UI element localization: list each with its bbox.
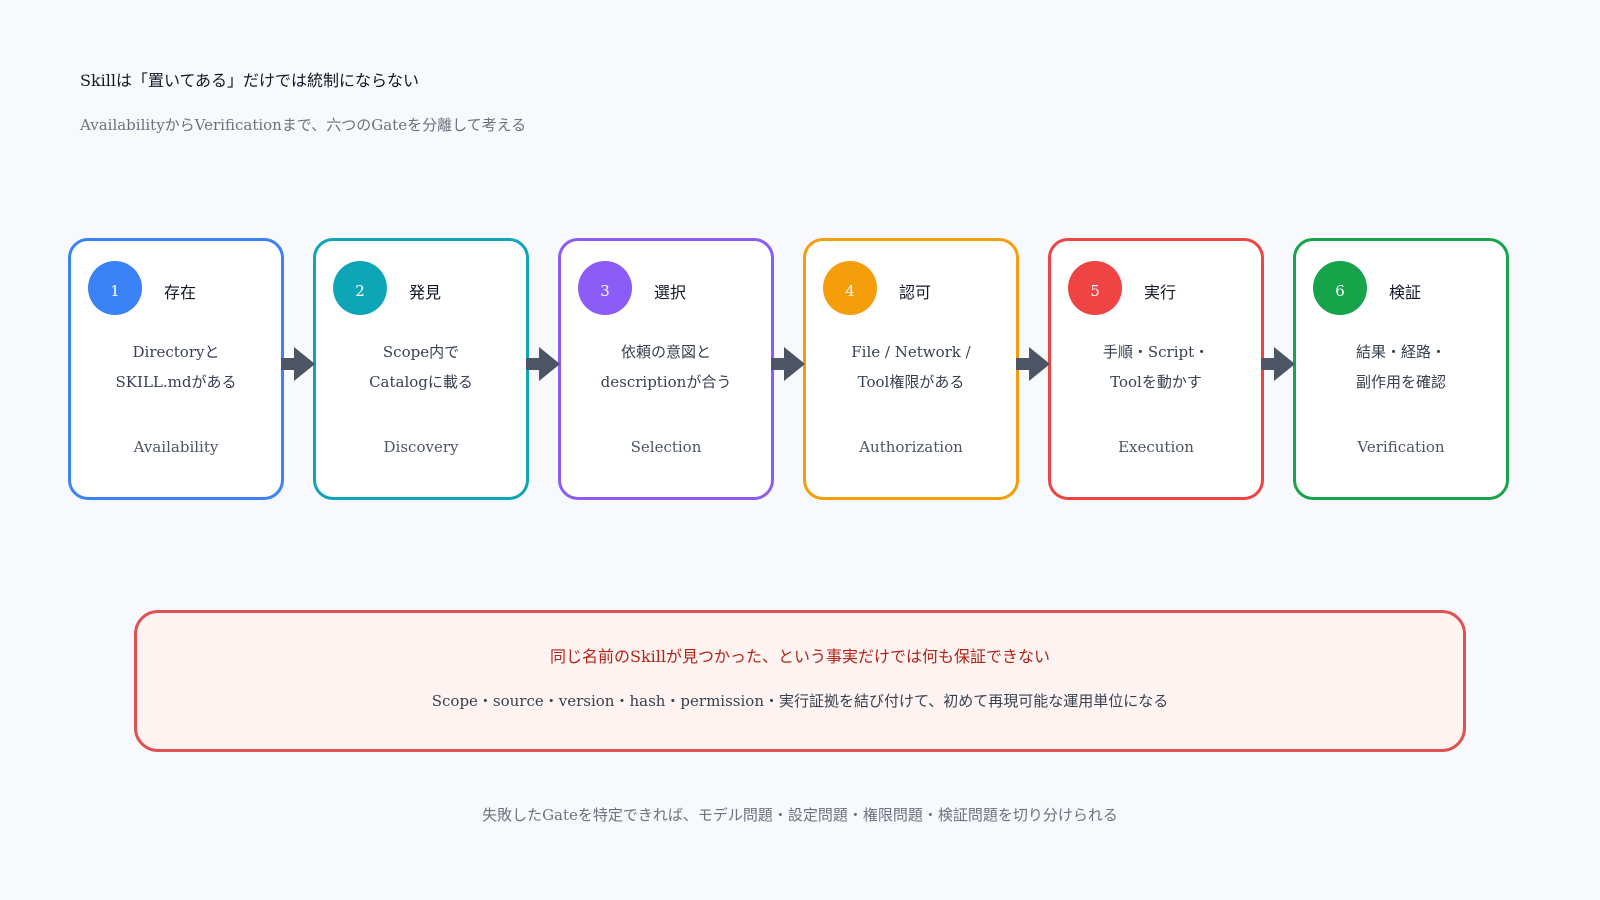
- arrow-right-icon: [526, 347, 560, 381]
- gate-description: 結果・経路・ 副作用を確認: [1296, 337, 1506, 397]
- gate-selection: 3 選択 依頼の意図と descriptionが合う Selection: [558, 238, 774, 500]
- gate-number-badge: 1: [88, 261, 142, 315]
- gate-number-badge: 3: [578, 261, 632, 315]
- gate-description-line: 副作用を確認: [1355, 373, 1446, 391]
- gate-availability: 1 存在 Directoryと SKILL.mdがある Availability: [68, 238, 284, 500]
- warning-callout: 同じ名前のSkillが見つかった、という事実だけでは何も保証できない Scope…: [134, 610, 1466, 752]
- arrow-right-icon: [1016, 347, 1050, 381]
- gate-number-badge: 5: [1068, 261, 1122, 315]
- gate-name: 検証: [1389, 283, 1422, 302]
- footer-note: 失敗したGateを特定できれば、モデル問題・設定問題・権限問題・検証問題を切り分…: [482, 806, 1118, 824]
- gate-english-name: Execution: [1118, 438, 1194, 456]
- gate-flow: 1 存在 Directoryと SKILL.mdがある Availability…: [68, 238, 1538, 500]
- gate-description-line: 結果・経路・: [1355, 343, 1446, 361]
- gate-name: 存在: [164, 283, 197, 302]
- gate-description-line: Catalogに載る: [369, 373, 473, 391]
- gate-description-line: Scope内で: [382, 343, 460, 361]
- callout-detail-text: Scope・source・version・hash・permission・実行証…: [431, 692, 1169, 710]
- callout-warning-text: 同じ名前のSkillが見つかった、という事実だけでは何も保証できない: [549, 647, 1050, 666]
- gate-number-badge: 2: [333, 261, 387, 315]
- gate-description-line: 手順・Script・: [1102, 343, 1210, 361]
- page-title: Skillは「置いてある」だけでは統制にならない: [80, 71, 420, 90]
- gate-description-line: Toolを動かす: [1110, 373, 1202, 391]
- arrow-right-icon: [771, 347, 805, 381]
- gate-name: 発見: [409, 283, 442, 302]
- gate-number-badge: 4: [823, 261, 877, 315]
- gate-english-name: Discovery: [383, 438, 459, 456]
- gate-english-name: Verification: [1357, 438, 1445, 456]
- gate-english-name: Authorization: [859, 438, 963, 456]
- gate-english-name: Selection: [630, 438, 702, 456]
- gate-execution: 5 実行 手順・Script・ Toolを動かす Execution: [1048, 238, 1264, 500]
- gate-description: 依頼の意図と descriptionが合う: [561, 337, 771, 397]
- gate-description: Scope内で Catalogに載る: [316, 337, 526, 397]
- gate-name: 選択: [654, 283, 687, 302]
- page-subtitle: AvailabilityからVerificationまで、六つのGateを分離し…: [80, 116, 527, 134]
- gate-description-line: 依頼の意図と: [620, 343, 711, 361]
- gate-name: 認可: [899, 283, 932, 302]
- gate-discovery: 2 発見 Scope内で Catalogに載る Discovery: [313, 238, 529, 500]
- gate-authorization: 4 認可 File / Network / Tool権限がある Authoriz…: [803, 238, 1019, 500]
- gate-description-line: descriptionが合う: [600, 373, 732, 391]
- gate-description-line: SKILL.mdがある: [115, 373, 237, 391]
- gate-description-line: Tool権限がある: [857, 373, 965, 391]
- gate-number-badge: 6: [1313, 261, 1367, 315]
- gate-name: 実行: [1144, 283, 1177, 302]
- gate-english-name: Availability: [133, 438, 219, 456]
- gate-description: Directoryと SKILL.mdがある: [71, 337, 281, 397]
- gate-description: 手順・Script・ Toolを動かす: [1051, 337, 1261, 397]
- gate-description-line: File / Network /: [851, 343, 971, 361]
- gate-description: File / Network / Tool権限がある: [806, 337, 1016, 397]
- arrow-right-icon: [1261, 347, 1295, 381]
- gate-description-line: Directoryと: [132, 343, 220, 361]
- arrow-right-icon: [281, 347, 315, 381]
- gate-verification: 6 検証 結果・経路・ 副作用を確認 Verification: [1293, 238, 1509, 500]
